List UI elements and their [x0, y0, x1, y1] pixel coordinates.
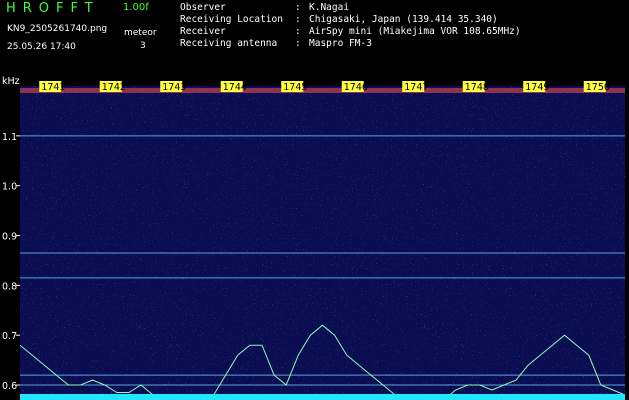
info-value: AirSpy mini (Miakejima VOR 108.65MHz) [309, 26, 521, 37]
info-sep: : [295, 26, 301, 37]
info-key: Receiver [180, 26, 226, 37]
info-sep: : [295, 38, 301, 49]
time-label: 1745 [283, 82, 307, 93]
count-label: 3 [140, 41, 146, 51]
waterfall-noise [20, 86, 625, 400]
info-row-receiver: Receiver : AirSpy mini (Miakejima VOR 10… [180, 26, 521, 38]
waterfall-chart: kHz 1.1 1.0 0.9 0.8 0.7 0.6 1741 1742 1743 1744 1… [2, 76, 626, 400]
time-label: 1743 [162, 82, 186, 93]
info-value: Maspro FM-3 [309, 38, 372, 49]
time-label: 1750 [586, 82, 610, 93]
y-tick-label: 1.0 [2, 182, 17, 193]
mode-label: meteor [124, 28, 157, 38]
baseline-band [20, 394, 625, 400]
info-row-observer: Observer : K.Nagai [180, 2, 521, 14]
station-info: Observer : K.Nagai Receiving Location : … [180, 2, 521, 50]
app-title: HROFFT [6, 1, 100, 16]
info-sep: : [295, 14, 301, 25]
y-tick-label: 1.1 [2, 132, 17, 143]
info-key: Observer [180, 2, 226, 13]
time-label: 1741 [41, 82, 65, 93]
info-value: K.Nagai [309, 2, 350, 13]
y-tick-label: 0.9 [2, 232, 17, 243]
info-key: Receiving antenna [180, 38, 278, 49]
datetime-label: 25.05.26 17:40 [7, 42, 76, 52]
y-axis-ticks: 1.1 1.0 0.9 0.8 0.7 0.6 [2, 132, 20, 392]
time-label: 1742 [102, 82, 126, 93]
info-sep: : [295, 2, 301, 13]
info-key: Receiving Location [180, 14, 283, 25]
y-tick-label: 0.7 [2, 331, 17, 342]
time-label: 1746 [344, 82, 368, 93]
time-label: 1748 [465, 82, 489, 93]
time-label: 1744 [223, 82, 247, 93]
time-label: 1749 [525, 82, 549, 93]
y-tick-label: 0.6 [2, 381, 17, 392]
y-unit-label: kHz [2, 76, 20, 87]
info-row-location: Receiving Location : Chigasaki, Japan (1… [180, 14, 521, 26]
filename-label: KN9_2505261740.png [7, 24, 108, 34]
info-row-antenna: Receiving antenna : Maspro FM-3 [180, 38, 521, 50]
waterfall-panel: kHz 1.1 1.0 0.9 0.8 0.7 0.6 1741 1742 1743 1744 1… [0, 72, 629, 400]
header-panel: HROFFT 1.00f KN9_2505261740.png meteor 2… [0, 0, 629, 72]
version-label: 1.00f [123, 2, 149, 13]
info-value: Chigasaki, Japan (139.414 35.340) [309, 14, 498, 25]
time-label: 1747 [404, 82, 428, 93]
y-tick-label: 0.8 [2, 281, 17, 292]
